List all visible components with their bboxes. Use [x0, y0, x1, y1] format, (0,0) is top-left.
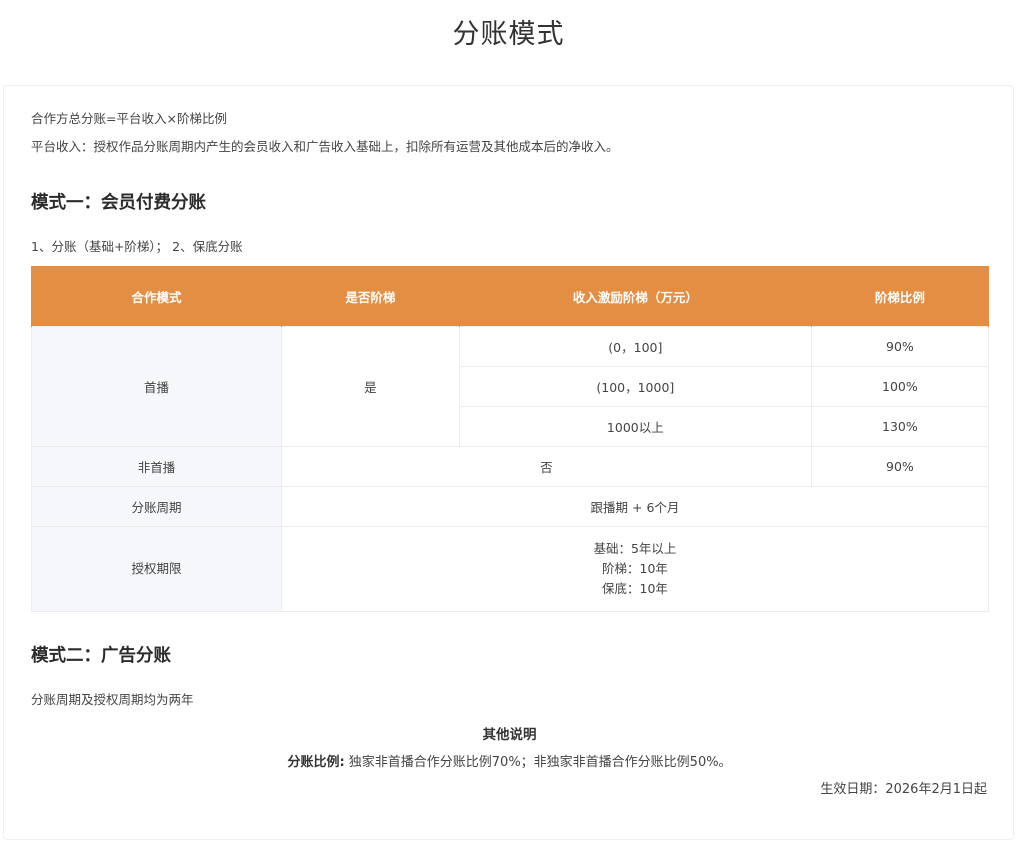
tier-ratio: 130%	[810, 406, 990, 447]
premiere-label: 首播	[31, 326, 282, 447]
table-row: 首播 是 (0，100] 90%	[31, 326, 990, 447]
header-tiered: 是否阶梯	[280, 266, 460, 327]
table-row: 分账周期 跟播期 + 6个月	[31, 486, 990, 527]
header-cooperation-mode: 合作模式	[31, 266, 282, 327]
page-title: 分账模式	[452, 19, 565, 50]
license-tiered: 阶梯：10年	[602, 561, 668, 576]
platform-revenue-definition: 平台收入：授权作品分账周期内产生的会员收入和广告收入基础上，扣除所有运营及其他成…	[31, 139, 619, 154]
other-notes-title: 其他说明	[482, 727, 537, 743]
header-income-tiers: 收入激励阶梯（万元）	[458, 266, 812, 327]
tier-ratio: 90%	[810, 326, 990, 367]
effective-date: 生效日期：2026年2月1日起	[820, 782, 987, 797]
premiere-tiered: 是	[280, 326, 460, 447]
revenue-share-table: 合作模式 是否阶梯 收入激励阶梯（万元） 阶梯比例 首播 是 (0，100] 9…	[31, 266, 990, 612]
share-ratio-text: 独家非首播合作分账比例70%；非独家非首播合作分账比例50%。	[344, 755, 732, 770]
mode1-subtext: 1、分账（基础+阶梯）； 2、保底分账	[31, 239, 243, 254]
tier-range: (100，1000]	[458, 366, 812, 407]
tier-range: 1000以上	[458, 406, 812, 447]
license-values: 基础：5年以上 阶梯：10年 保底：10年	[280, 526, 990, 612]
content-card: 合作方总分账=平台收入×阶梯比例 平台收入：授权作品分账周期内产生的会员收入和广…	[3, 85, 1014, 840]
table-row: 授权期限 基础：5年以上 阶梯：10年 保底：10年	[31, 526, 990, 612]
non-premiere-ratio: 90%	[810, 446, 990, 487]
tier-ratio: 100%	[810, 366, 990, 407]
period-value: 跟播期 + 6个月	[280, 486, 990, 527]
non-premiere-label: 非首播	[31, 446, 282, 487]
mode2-heading: 模式二：广告分账	[31, 646, 171, 666]
non-premiere-tiered: 否	[280, 446, 812, 487]
table-row: 非首播 否 90%	[31, 446, 990, 487]
license-label: 授权期限	[31, 526, 282, 612]
revenue-formula: 合作方总分账=平台收入×阶梯比例	[31, 111, 227, 126]
table-header-row: 合作模式 是否阶梯 收入激励阶梯（万元） 阶梯比例	[31, 266, 990, 327]
share-ratio-note: 分账比例: 独家非首播合作分账比例70%；非独家非首播合作分账比例50%。	[4, 751, 1015, 770]
mode2-subtext: 分账周期及授权周期均为两年	[31, 692, 194, 707]
share-ratio-label: 分账比例:	[287, 755, 345, 770]
header-tier-ratio: 阶梯比例	[810, 266, 990, 327]
tier-range: (0，100]	[458, 326, 812, 367]
period-label: 分账周期	[31, 486, 282, 527]
license-basic: 基础：5年以上	[593, 541, 677, 556]
license-guaranteed: 保底：10年	[602, 581, 668, 596]
mode1-heading: 模式一：会员付费分账	[31, 193, 206, 213]
